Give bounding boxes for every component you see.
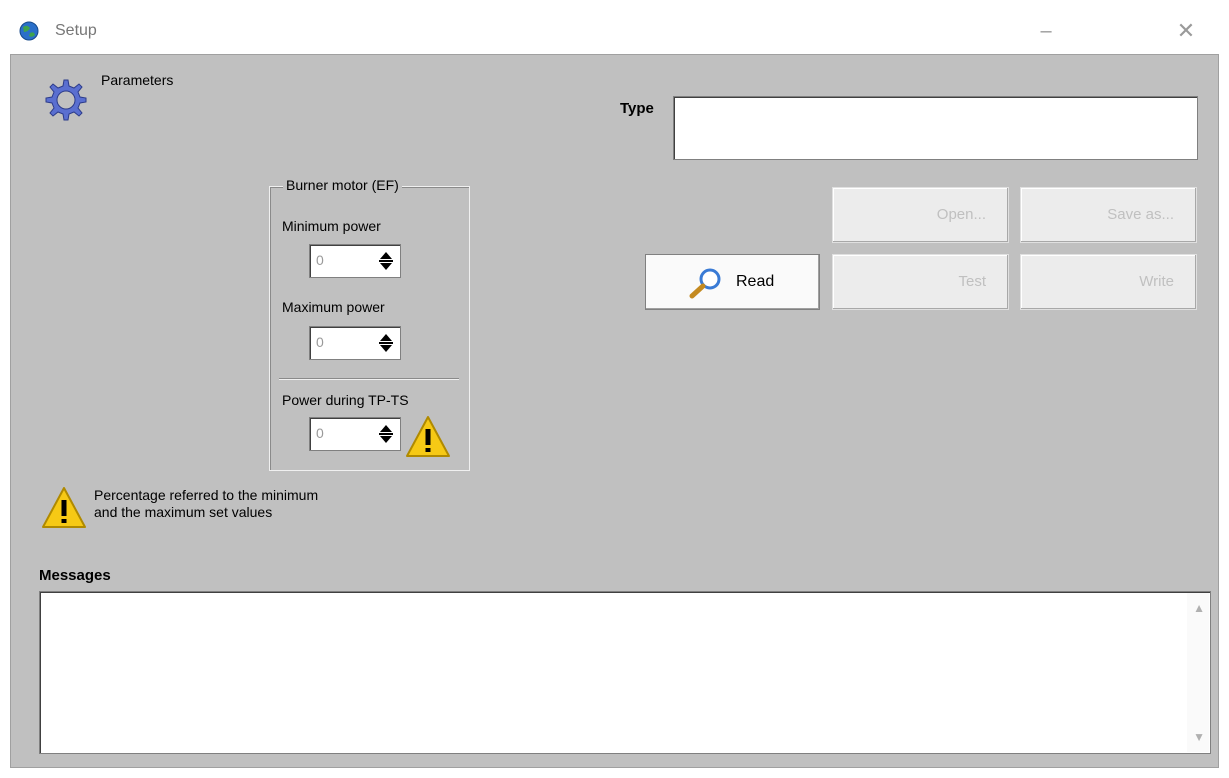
title-bar: Setup – ✕ [0,0,1229,54]
note-line-1: Percentage referred to the minimum [94,487,319,503]
messages-scrollbar[interactable]: ▲ ▼ [1187,593,1209,752]
percentage-note: Percentage referred to the minimum and t… [94,487,414,521]
spin-arrows-icon[interactable] [376,332,396,354]
minimize-button[interactable]: – [1026,16,1066,46]
note-line-2: and the maximum set values [94,504,273,520]
close-button[interactable]: ✕ [1166,16,1206,46]
read-label: Read [736,273,775,290]
maximum-power-label: Maximum power [282,299,385,315]
messages-label: Messages [39,567,111,584]
type-label: Type [620,100,654,117]
maximum-power-value: 0 [316,334,324,350]
window-title: Setup [55,22,97,39]
maximum-power-spinner[interactable]: 0 [309,326,401,360]
power-tp-ts-label: Power during TP-TS [282,392,409,408]
read-button[interactable]: Read [645,254,820,310]
globe-icon [19,21,39,41]
magnifier-icon [689,268,721,299]
power-tp-ts-value: 0 [316,425,324,441]
minimum-power-spinner[interactable]: 0 [309,244,401,278]
minimum-power-value: 0 [316,252,324,268]
gear-icon [45,79,87,121]
parameters-label: Parameters [97,72,178,88]
spin-arrows-icon[interactable] [376,423,396,445]
divider [279,378,459,380]
save-as-button[interactable]: Save as... [1020,187,1197,243]
warning-icon [406,416,450,457]
test-button[interactable]: Test [832,254,1009,310]
spin-arrows-icon[interactable] [376,250,396,272]
open-button[interactable]: Open... [832,187,1009,243]
power-tp-ts-spinner[interactable]: 0 [309,417,401,451]
scroll-up-icon[interactable]: ▲ [1193,601,1205,615]
scroll-down-icon[interactable]: ▼ [1193,730,1205,744]
type-field[interactable] [673,96,1198,160]
minimum-power-label: Minimum power [282,218,381,234]
write-button[interactable]: Write [1020,254,1197,310]
warning-icon [42,487,86,528]
messages-box[interactable]: ▲ ▼ [39,591,1211,754]
burner-motor-label: Burner motor (EF) [283,177,402,193]
